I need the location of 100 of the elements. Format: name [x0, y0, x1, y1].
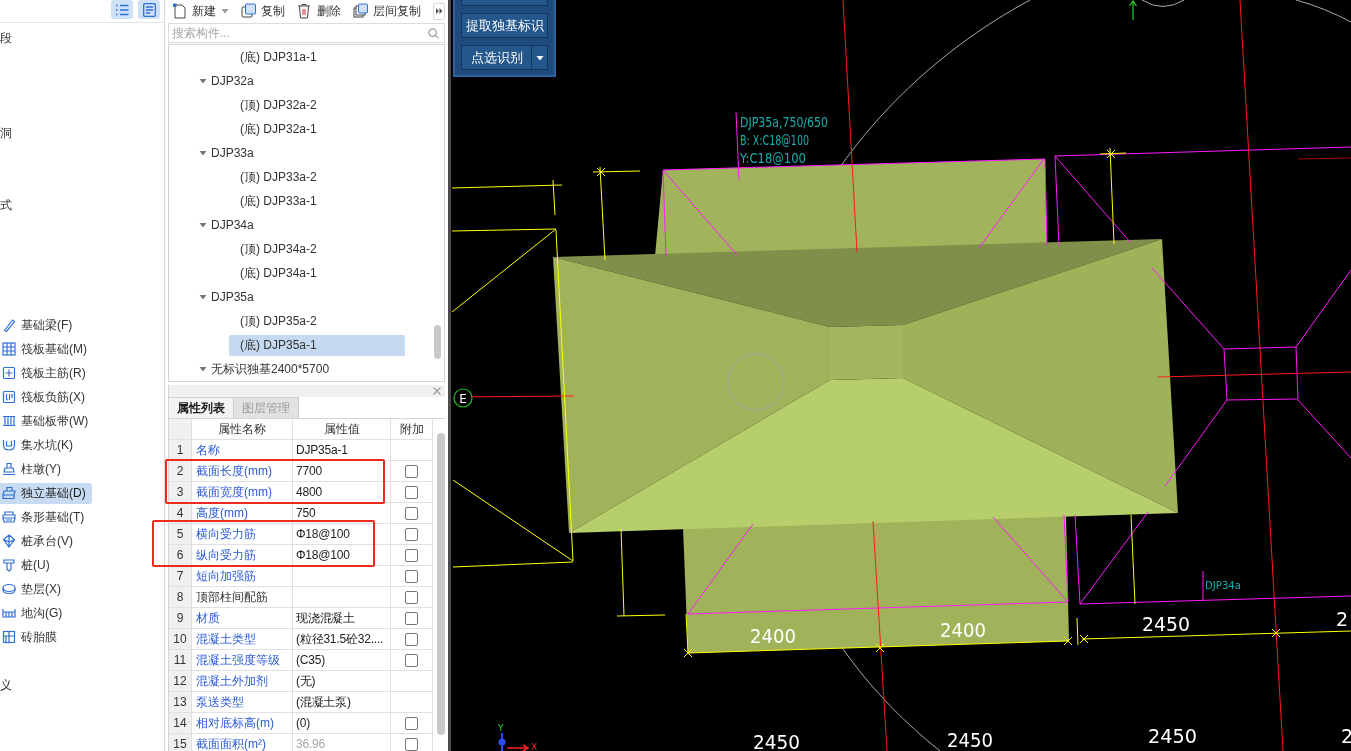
property-value[interactable]: 750 — [296, 504, 316, 522]
property-name: 截面面积(m²) — [196, 736, 266, 751]
close-icon[interactable] — [433, 387, 441, 395]
tree-item[interactable]: (底) DJP31a-1 — [229, 46, 405, 68]
row-number: 6 — [169, 545, 192, 565]
category-item[interactable]: 基础梁(F) — [0, 314, 92, 336]
detail-view-button[interactable] — [138, 0, 160, 19]
category-label[interactable]: 式 — [0, 193, 12, 217]
category-item[interactable]: 筏板主筋(R) — [0, 362, 92, 384]
property-name: 混凝土强度等级 — [196, 652, 280, 669]
category-item[interactable]: 柱墩(Y) — [0, 458, 92, 480]
leader-line — [1202, 570, 1204, 602]
checkbox[interactable] — [405, 548, 418, 562]
category-item[interactable]: 基础板带(W) — [0, 410, 92, 432]
checkbox[interactable] — [405, 569, 418, 583]
property-name: 名称 — [196, 442, 220, 459]
tree-item[interactable]: (底) DJP35a-1 — [229, 334, 405, 356]
category-item[interactable]: 筏板负筋(X) — [0, 386, 92, 408]
basin-icon — [2, 438, 16, 452]
checkbox[interactable] — [405, 632, 418, 646]
checkbox[interactable] — [405, 611, 418, 625]
row-number: 12 — [169, 671, 192, 691]
property-value[interactable]: (无) — [296, 672, 316, 690]
list-view-button[interactable] — [111, 0, 133, 19]
category-item[interactable]: 砖胎膜 — [0, 626, 92, 648]
property-value[interactable]: Φ18@100 — [296, 525, 350, 543]
category-label[interactable]: 洞 — [0, 121, 12, 145]
panel-button[interactable]: 提取独基标识 — [461, 13, 548, 38]
footing-label-text: DJP35a,750/650 — [740, 114, 853, 130]
axis-letter: X — [531, 742, 538, 751]
strip-footing-icon — [2, 510, 16, 524]
toolbar-button[interactable]: 复制 — [241, 1, 285, 21]
property-value[interactable]: (粒径31.5砼32.... — [296, 630, 384, 648]
property-value[interactable]: 7700 — [296, 462, 322, 480]
category-item[interactable]: 垫层(X) — [0, 578, 92, 600]
square-hooks-icon — [2, 390, 16, 404]
property-value[interactable]: (混凝土泵) — [296, 693, 351, 711]
scrollbar-thumb[interactable] — [434, 325, 441, 359]
square-cross-icon — [2, 366, 16, 380]
search-field[interactable]: 搜索构件... — [168, 23, 445, 43]
property-value[interactable]: 4800 — [296, 483, 322, 501]
dimension-text: 2400 — [940, 619, 989, 641]
tree-node[interactable]: DJP33a — [199, 144, 254, 162]
grid-square-icon — [2, 630, 16, 644]
property-value[interactable]: DJP35a-1 — [296, 441, 348, 459]
checkbox[interactable] — [405, 464, 418, 478]
row-number: 5 — [169, 524, 192, 544]
category-item[interactable]: 筏板基础(M) — [0, 338, 92, 360]
axis-bubble[interactable]: E — [453, 388, 473, 408]
row-number: 8 — [169, 587, 192, 607]
tree-item[interactable]: (底) DJP34a-1 — [229, 262, 405, 284]
property-value[interactable]: 现浇混凝土 — [296, 609, 355, 627]
category-item[interactable]: 桩承台(V) — [0, 530, 92, 552]
category-item[interactable]: 集水坑(K) — [0, 434, 92, 456]
tree-item[interactable]: (顶) DJP34a-2 — [229, 238, 405, 260]
checkbox[interactable] — [405, 527, 418, 541]
tree-node[interactable]: 无标识独基2400*5700 — [199, 360, 330, 378]
checkbox[interactable] — [405, 716, 418, 730]
column-bars-icon — [2, 414, 16, 428]
tree-node[interactable]: DJP32a — [199, 72, 254, 90]
bulleted-list-icon — [115, 3, 129, 16]
tree-item[interactable]: (顶) DJP33a-2 — [229, 166, 405, 188]
recognize-button[interactable]: 点选识别 — [461, 45, 532, 70]
tree-node[interactable]: DJP34a — [199, 216, 254, 234]
tree-item[interactable]: (底) DJP32a-1 — [229, 118, 405, 140]
property-value[interactable]: (0) — [296, 714, 311, 732]
checkbox[interactable] — [405, 590, 418, 604]
row-number: 7 — [169, 566, 192, 586]
caret-icon — [221, 7, 229, 15]
tree-item[interactable]: (底) DJP33a-1 — [229, 190, 405, 212]
more-button[interactable] — [433, 2, 445, 20]
tab[interactable]: 属性列表 — [169, 397, 234, 418]
tree-item[interactable]: (顶) DJP32a-2 — [229, 94, 405, 116]
tree-node[interactable]: DJP35a — [199, 288, 254, 306]
category-item[interactable]: 地沟(G) — [0, 602, 92, 624]
grid-icon — [2, 342, 16, 356]
checkbox[interactable] — [405, 506, 418, 520]
property-value[interactable]: Φ18@100 — [296, 546, 350, 564]
toolbar-button[interactable]: 层间复制 — [353, 1, 421, 21]
new-document-icon — [172, 3, 187, 19]
column-header: 属性值 — [323, 421, 360, 438]
category-item[interactable]: 独立基础(D) — [0, 482, 92, 504]
dimension-text: 2450 — [1148, 725, 1197, 747]
checkbox[interactable] — [405, 653, 418, 667]
scrollbar-thumb[interactable] — [437, 433, 445, 735]
row-number: 14 — [169, 713, 192, 733]
property-value[interactable]: (C35) — [296, 651, 325, 669]
dropdown-button[interactable] — [532, 45, 548, 70]
search-icon — [428, 28, 439, 39]
category-item[interactable]: 条形基础(T) — [0, 506, 92, 528]
category-item[interactable]: 桩(U) — [0, 554, 92, 576]
checkbox[interactable] — [405, 485, 418, 499]
category-label[interactable]: 段 — [0, 26, 12, 50]
toolbar-button[interactable]: 新建 — [172, 1, 229, 21]
circle-marker — [727, 353, 785, 411]
tree-item[interactable]: (顶) DJP35a-2 — [229, 310, 405, 332]
double-chevron-icon — [435, 8, 443, 14]
checkbox[interactable] — [405, 737, 418, 751]
toolbar-button[interactable]: 删除 — [297, 1, 341, 21]
category-label[interactable]: 义 — [0, 673, 12, 697]
